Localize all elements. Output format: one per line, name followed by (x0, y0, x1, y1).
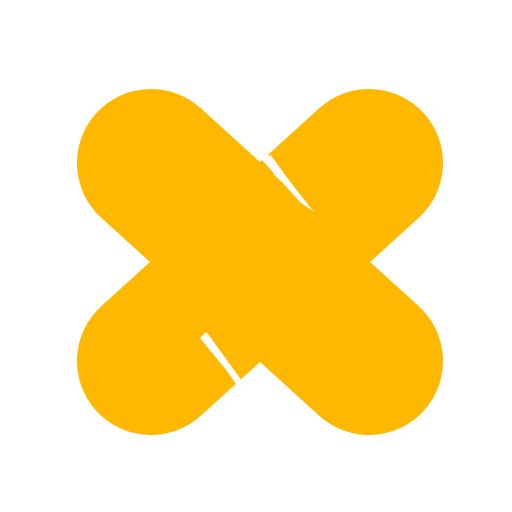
logo-canvas (0, 0, 512, 512)
x-logo-icon (77, 89, 443, 435)
